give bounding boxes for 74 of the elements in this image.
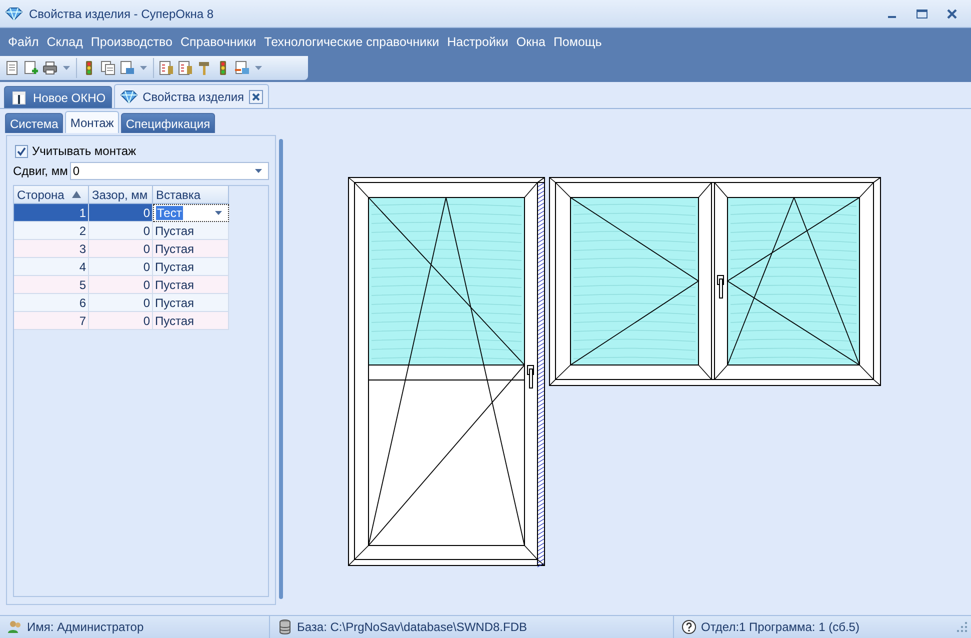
table-cell: Пустая — [153, 222, 229, 240]
document-tab[interactable]: Свойства изделия — [114, 84, 270, 108]
dropdown-field[interactable]: 0 — [70, 162, 269, 180]
table-cell: 0 — [89, 312, 153, 330]
field-label: Сдвиг, мм — [13, 164, 68, 178]
minimize-icon — [888, 16, 896, 18]
list-document-icon[interactable] — [158, 60, 174, 76]
table-cell: 0 — [89, 294, 153, 312]
column-header[interactable]: Зазор, мм — [89, 186, 153, 204]
tab[interactable]: Система — [5, 113, 64, 133]
close-tab-button[interactable] — [249, 90, 264, 104]
add-document-icon[interactable] — [23, 60, 39, 76]
menu-item[interactable]: Помощь — [549, 35, 606, 49]
menu-item[interactable]: Файл — [4, 35, 43, 49]
table-cell: 0 — [89, 240, 153, 258]
document-icon[interactable] — [4, 60, 20, 76]
table-cell[interactable]: 6 — [14, 294, 89, 312]
caret-icon[interactable] — [63, 66, 70, 70]
users-icon — [7, 619, 23, 635]
caret-icon — [255, 169, 262, 173]
maximize-icon — [916, 8, 928, 18]
column-header[interactable]: Сторона — [14, 186, 89, 204]
resize-grip-icon[interactable] — [957, 622, 967, 632]
table-cell: Пустая — [153, 276, 229, 294]
window-title: Свойства изделия - СуперОкна 8 — [29, 6, 214, 20]
table-cell[interactable]: 4 — [14, 258, 89, 276]
copy-icon[interactable] — [100, 60, 116, 76]
caret-icon[interactable] — [255, 66, 262, 70]
table-cell: Пустая — [153, 312, 229, 330]
dropdown-field[interactable]: Тест — [153, 204, 229, 222]
tab[interactable]: Спецификация — [120, 113, 216, 133]
printer-icon[interactable] — [42, 60, 58, 76]
column-header[interactable]: Вставка — [153, 186, 229, 204]
tab[interactable]: Монтаж — [65, 111, 119, 133]
menu-item[interactable]: Справочники — [176, 35, 260, 49]
caret-icon[interactable] — [140, 66, 147, 70]
tab-label: Новое ОКНО — [33, 90, 106, 104]
table-cell[interactable]: 5 — [14, 276, 89, 294]
chart-document-icon[interactable] — [119, 60, 135, 76]
table-cell: Пустая — [153, 294, 229, 312]
splitter-handle[interactable] — [279, 139, 283, 599]
menu-item[interactable]: Производство — [86, 35, 176, 49]
tab-label: Свойства изделия — [142, 90, 244, 104]
hammer-icon[interactable] — [196, 60, 212, 76]
checkbox[interactable] — [15, 144, 28, 158]
table-cell: 0 — [89, 222, 153, 240]
close-icon — [947, 8, 957, 18]
window-icon — [10, 90, 28, 104]
caret-icon — [215, 211, 222, 215]
table-cell: 0 — [89, 204, 153, 222]
table-cell: 0 — [89, 276, 153, 294]
close-icon — [252, 92, 260, 100]
diamond-icon — [5, 6, 23, 20]
table-cell: Пустая — [153, 258, 229, 276]
menu-item[interactable]: Настройки — [443, 35, 512, 49]
menu-item[interactable]: Окна — [512, 35, 550, 49]
table-cell: Пустая — [153, 240, 229, 258]
list-document-icon[interactable] — [177, 60, 193, 76]
checkbox-label: Учитывать монтаж — [32, 144, 136, 158]
table-cell[interactable]: 1 — [14, 204, 89, 222]
diamond-icon — [120, 90, 138, 104]
menu-item[interactable]: Склад — [42, 35, 87, 49]
table-cell: 0 — [89, 258, 153, 276]
status-text: Имя: Администратор — [27, 620, 144, 634]
status-text: Отдел:1 Программа: 1 (сб.5) — [701, 620, 860, 634]
help-icon — [681, 619, 697, 635]
export-document-icon[interactable] — [234, 60, 250, 76]
table-cell[interactable]: 2 — [14, 222, 89, 240]
menu-item[interactable]: Технологические справочники — [260, 35, 444, 49]
status-text: База: C:\PrgNoSav\database\SWND8.FDB — [297, 620, 527, 634]
database-icon — [277, 619, 293, 635]
document-tab[interactable]: Новое ОКНО — [4, 86, 112, 108]
table-cell[interactable]: 7 — [14, 312, 89, 330]
table-cell[interactable]: 3 — [14, 240, 89, 258]
